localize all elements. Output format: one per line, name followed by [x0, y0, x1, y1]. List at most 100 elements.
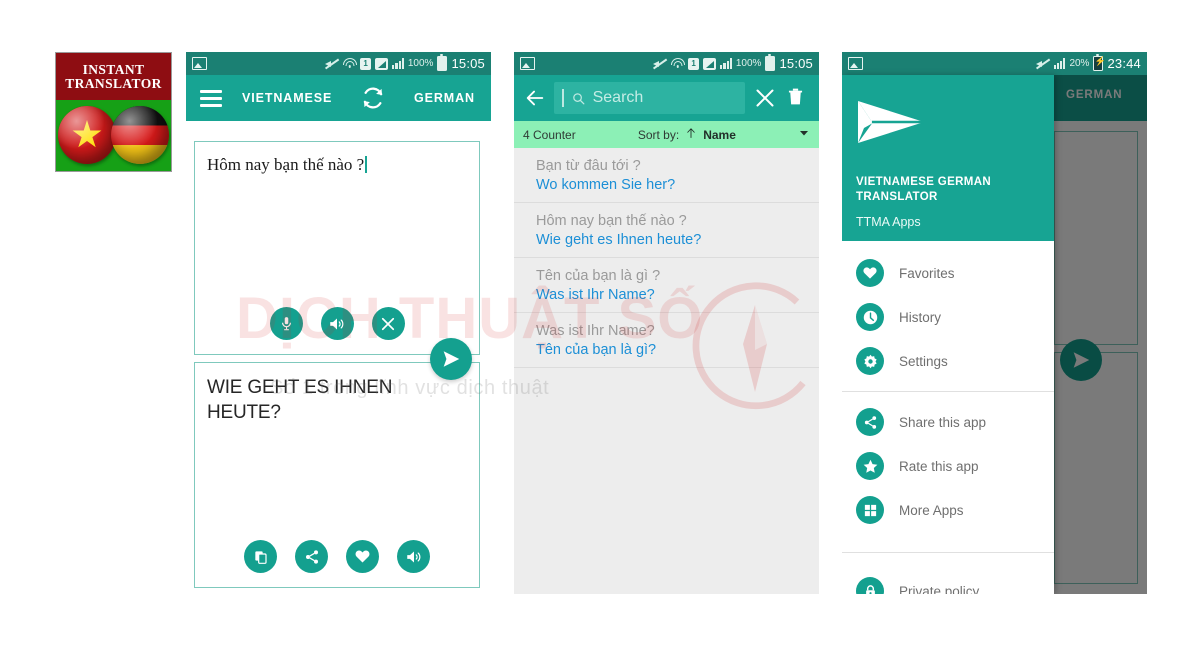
list-item[interactable]: Bạn từ đâu tới ? Wo kommen Sie her?	[514, 148, 819, 203]
list-item-source: Hôm nay bạn thế nào ?	[536, 213, 687, 229]
drawer-item-label: Settings	[899, 353, 948, 369]
drawer-title: VIETNAMESE GERMAN TRANSLATOR	[856, 176, 992, 203]
clear-search-button[interactable]	[753, 86, 777, 110]
drawer-item-label: More Apps	[899, 502, 964, 518]
mute-icon	[653, 58, 668, 70]
battery-icon	[437, 53, 448, 71]
grid-apps-icon	[856, 496, 884, 524]
mute-icon	[325, 58, 340, 70]
drawer-item-private-policy[interactable]: Private policy	[842, 569, 1054, 594]
clock-icon	[856, 303, 884, 331]
star-icon	[856, 452, 884, 480]
sim-icon: 1	[688, 57, 700, 70]
app-bar: VIETNAMESE GERMAN	[186, 75, 491, 121]
screenshot-stage: INSTANT TRANSLATOR 1 100% 15:05 VIETNAME…	[0, 0, 1200, 650]
speak-input-button[interactable]	[320, 307, 354, 340]
search-input[interactable]: Search	[554, 82, 745, 114]
list-item-target: Wo kommen Sie her?	[536, 177, 676, 193]
app-icon-title-line2: TRANSLATOR	[65, 75, 162, 91]
share-icon	[856, 408, 884, 436]
drawer-header: VIETNAMESE GERMAN TRANSLATOR TTMA Apps	[842, 75, 1054, 241]
drawer-item-more-apps[interactable]: More Apps	[842, 488, 1054, 532]
drawer-scrim[interactable]	[1054, 75, 1147, 594]
clock-time: 15:05	[451, 56, 485, 71]
gear-icon	[856, 347, 884, 375]
share-button[interactable]	[295, 540, 328, 573]
drawer-item-share-this-app[interactable]: Share this app	[842, 400, 1054, 444]
mute-icon	[1035, 58, 1050, 70]
mic-button[interactable]	[269, 307, 303, 340]
list-item[interactable]: Was ist Ihr Name? Tên của bạn là gì?	[514, 313, 819, 368]
delete-all-button[interactable]	[785, 86, 809, 110]
chevron-down-icon[interactable]	[798, 127, 810, 142]
battery-percent: 100%	[407, 58, 434, 69]
clock-time: 23:44	[1107, 56, 1141, 71]
lock-icon	[856, 577, 884, 594]
send-paper-plane-icon	[443, 351, 460, 367]
clear-input-button[interactable]	[371, 307, 405, 340]
send-translate-button[interactable]	[430, 338, 472, 380]
copy-button[interactable]	[244, 540, 277, 573]
phone-screen-history: 1 100% 15:05 Search 4 Counter Sort by: N…	[514, 52, 819, 594]
signal-bars-icon	[1053, 58, 1066, 69]
list-item-target: Wie geht es Ihnen heute?	[536, 232, 702, 248]
sort-bar: 4 Counter Sort by: Name	[514, 121, 819, 148]
photo-icon	[848, 57, 863, 70]
drawer-menu: Favorites History Settings Share this ap…	[842, 241, 1054, 594]
app-icon-title: INSTANT TRANSLATOR	[56, 53, 171, 100]
sim-icon: 1	[360, 57, 372, 70]
input-text[interactable]: Hôm nay bạn thế nào ?	[195, 142, 479, 176]
drawer-item-label: Rate this app	[899, 458, 979, 474]
history-list: Bạn từ đâu tới ? Wo kommen Sie her? Hôm …	[514, 148, 819, 594]
list-item-source: Bạn từ đâu tới ?	[536, 158, 641, 174]
gloss	[58, 106, 116, 164]
app-icon-title-line1: INSTANT	[82, 61, 145, 77]
battery-percent: 100%	[735, 58, 762, 69]
search-bar: Search	[514, 75, 819, 121]
drawer-item-favorites[interactable]: Favorites	[842, 251, 1054, 295]
sort-value[interactable]: Name	[703, 128, 736, 142]
list-item[interactable]: Tên của bạn là gì ? Was ist Ihr Name?	[514, 258, 819, 313]
list-item-source: Was ist Ihr Name?	[536, 323, 655, 339]
arrow-up-icon[interactable]	[685, 126, 697, 143]
list-item[interactable]: Hôm nay bạn thế nào ? Wie geht es Ihnen …	[514, 203, 819, 258]
output-text-card[interactable]: WIE GEHT ES IHNEN HEUTE?	[194, 362, 480, 588]
hamburger-icon[interactable]	[200, 89, 222, 107]
search-icon	[572, 92, 585, 104]
drawer-item-history[interactable]: History	[842, 295, 1054, 339]
drawer-overlay-wrap: GERMAN	[842, 75, 1147, 594]
signal-box-icon	[703, 57, 717, 70]
battery-percent: 20%	[1069, 58, 1090, 69]
photo-icon	[192, 57, 207, 70]
speak-output-button[interactable]	[397, 540, 430, 573]
favorite-button[interactable]	[346, 540, 379, 573]
phone-screen-drawer: 20% 23:44 GERMAN	[842, 52, 1147, 594]
drawer-item-rate-this-app[interactable]: Rate this app	[842, 444, 1054, 488]
clock-time: 15:05	[779, 56, 813, 71]
list-item-target: Tên của bạn là gì?	[536, 342, 657, 358]
battery-icon	[765, 53, 776, 71]
gloss	[111, 106, 169, 164]
input-text-card[interactable]: Hôm nay bạn thế nào ?	[194, 141, 480, 355]
back-arrow-icon[interactable]	[524, 87, 546, 109]
vietnam-flag-icon	[58, 106, 116, 164]
sort-by-label: Sort by:	[637, 127, 680, 142]
output-actions	[195, 540, 479, 573]
list-item-target: Was ist Ihr Name?	[536, 287, 655, 303]
divider	[842, 552, 1054, 553]
photo-icon	[520, 57, 535, 70]
status-bar: 1 100% 15:05	[514, 52, 819, 75]
app-icon[interactable]: INSTANT TRANSLATOR	[55, 52, 172, 172]
signal-box-icon	[375, 57, 389, 70]
drawer-item-settings[interactable]: Settings	[842, 339, 1054, 383]
input-actions	[195, 307, 479, 340]
signal-bars-icon	[720, 58, 732, 69]
status-bar: 20% 23:44	[842, 52, 1147, 75]
divider	[842, 391, 1054, 392]
swap-refresh-icon[interactable]	[360, 85, 386, 111]
wifi-icon	[670, 58, 685, 69]
target-language-label[interactable]: GERMAN	[414, 91, 475, 105]
source-language-label[interactable]: VIETNAMESE	[242, 91, 332, 105]
drawer-item-label: Favorites	[899, 265, 955, 281]
germany-flag-icon	[111, 106, 169, 164]
